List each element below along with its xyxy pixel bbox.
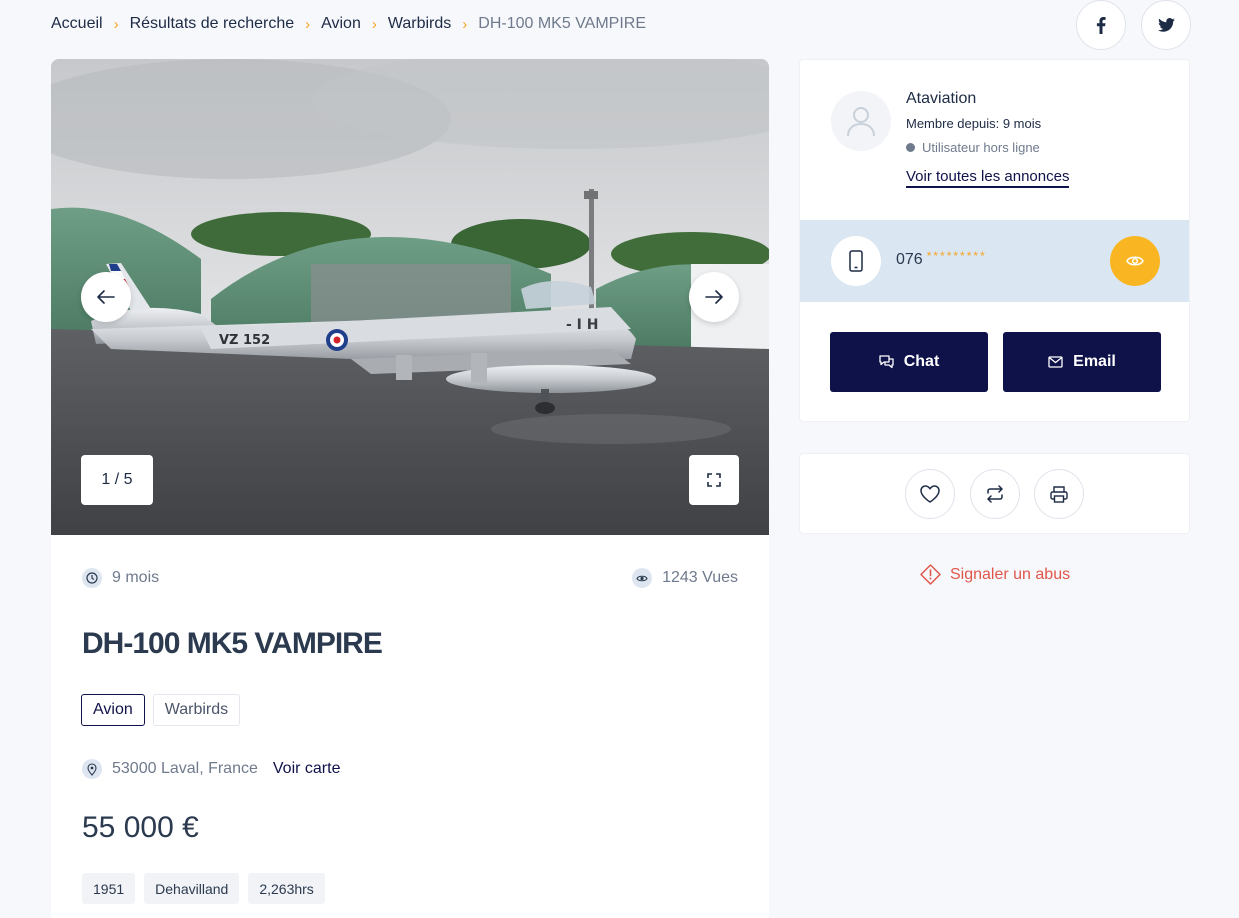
category-tags: Avion Warbirds [81, 694, 241, 726]
phone-icon [831, 236, 881, 286]
seller-card: Ataviation Membre depuis: 9 mois Utilisa… [799, 59, 1190, 422]
eye-icon [1126, 256, 1144, 266]
breadcrumb: Accueil › Résultats de recherche › Avion… [51, 13, 646, 35]
tail-marking: - I H [566, 317, 598, 333]
email-button-label: Email [1073, 353, 1116, 370]
seller-status-text: Utilisateur hors ligne [922, 140, 1040, 155]
seller-name[interactable]: Ataviation [906, 90, 976, 108]
status-dot-icon [906, 143, 915, 152]
favorite-button[interactable] [905, 469, 955, 519]
spec-year: 1951 [82, 873, 136, 904]
arrow-left-icon [97, 290, 115, 304]
repeat-icon [987, 485, 1003, 503]
compare-button[interactable] [970, 469, 1020, 519]
map-pin-icon [82, 759, 102, 779]
view-map-link[interactable]: Voir carte [273, 760, 341, 778]
location-text: 53000 Laval, France [112, 760, 258, 777]
listing-age-text: 9 mois [112, 569, 160, 586]
breadcrumb-separator: › [371, 15, 377, 33]
avatar[interactable] [831, 91, 891, 151]
tag-subcategory[interactable]: Warbirds [152, 694, 241, 726]
previous-image-button[interactable] [81, 272, 131, 322]
eye-icon [632, 568, 653, 588]
listing-details: 9 mois 1243 Vues DH-100 MK5 VAMPIRE Avio… [51, 535, 769, 918]
fullscreen-icon [707, 473, 721, 487]
email-button[interactable]: Email [1003, 332, 1161, 392]
phone-number: 076 ********* [896, 249, 987, 269]
twitter-share-button[interactable] [1141, 0, 1191, 50]
phone-mask: ********* [926, 249, 987, 263]
warning-icon [920, 564, 941, 585]
listing-age: 9 mois [82, 568, 159, 588]
spec-manufacturer: Dehavilland [144, 873, 240, 904]
breadcrumb-home[interactable]: Accueil [51, 15, 103, 33]
image-gallery[interactable]: VZ 152 - I H 1 / 5 [51, 59, 769, 535]
seller-status: Utilisateur hors ligne [906, 140, 1040, 155]
aircraft-marking: VZ 152 [219, 333, 270, 348]
mail-icon [1048, 356, 1063, 368]
member-since: Membre depuis: 9 mois [906, 116, 1042, 131]
aircraft-photo: VZ 152 - I H [51, 59, 769, 535]
spec-hours: 2,263hrs [248, 873, 325, 904]
user-icon [847, 107, 875, 137]
breadcrumb-current: DH-100 MK5 VAMPIRE [478, 15, 647, 32]
report-abuse-link[interactable]: Signaler un abus [920, 564, 1070, 585]
facebook-icon [1096, 16, 1106, 34]
arrow-right-icon [705, 290, 723, 304]
clock-icon [82, 568, 102, 588]
listing-views: 1243 Vues [632, 568, 738, 588]
listing-title: DH-100 MK5 VAMPIRE [82, 627, 383, 660]
breadcrumb-search-results[interactable]: Résultats de recherche [130, 15, 295, 33]
reveal-phone-button[interactable] [1110, 236, 1160, 286]
breadcrumb-separator: › [462, 15, 468, 33]
image-counter: 1 / 5 [81, 455, 153, 505]
fullscreen-button[interactable] [689, 455, 739, 505]
tag-category[interactable]: Avion [81, 694, 145, 726]
chat-button[interactable]: Chat [830, 332, 988, 392]
listing-views-text: 1243 Vues [662, 569, 738, 586]
breadcrumb-separator: › [305, 15, 311, 33]
heart-icon [920, 485, 940, 503]
chat-button-label: Chat [903, 353, 940, 370]
spec-tags: 1951 Dehavilland 2,263hrs [82, 873, 325, 904]
chat-icon [879, 355, 894, 369]
printer-icon [1050, 485, 1068, 503]
twitter-icon [1157, 18, 1175, 32]
listing-tools [799, 453, 1190, 534]
phone-bar: 076 ********* [800, 220, 1189, 302]
phone-prefix: 076 [896, 251, 923, 268]
listing-location: 53000 Laval, France Voir carte [82, 759, 340, 779]
listing-price: 55 000 € [82, 811, 199, 844]
breadcrumb-category[interactable]: Avion [321, 15, 361, 33]
facebook-share-button[interactable] [1076, 0, 1126, 50]
breadcrumb-separator: › [113, 15, 119, 33]
breadcrumb-subcategory[interactable]: Warbirds [388, 15, 451, 33]
report-abuse-label: Signaler un abus [950, 565, 1071, 583]
view-all-ads-link[interactable]: Voir toutes les annonces [906, 168, 1070, 188]
next-image-button[interactable] [689, 272, 739, 322]
print-button[interactable] [1034, 469, 1084, 519]
